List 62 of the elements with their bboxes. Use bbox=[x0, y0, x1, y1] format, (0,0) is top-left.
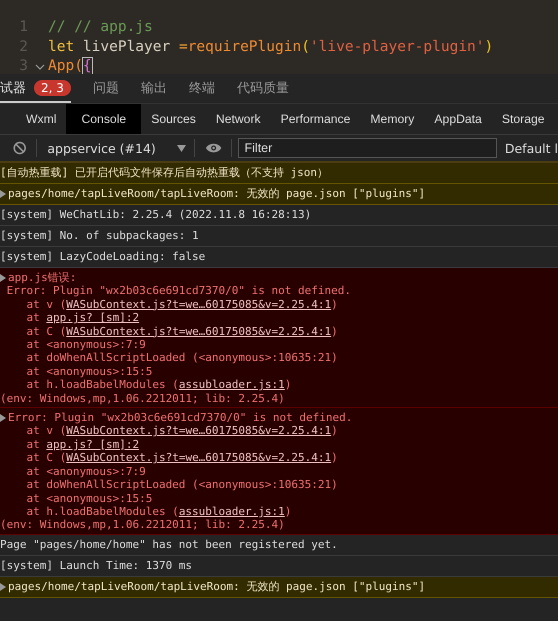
log-text: app.js错误: bbox=[8, 271, 76, 284]
log-text: at C (WASubContext.js?t=we…60175085&v=2.25.4:1) bbox=[25, 324, 338, 338]
log-text: [system] WeChatLib: 2.25.4 (2022.11.8 16:28:13) bbox=[0, 208, 312, 222]
log-text: at <anonymous>:15:5 bbox=[25, 364, 152, 378]
source-link[interactable]: assubloader.js:1 bbox=[178, 378, 285, 392]
log-text: (env: Windows,mp,1.06.2212011; lib: 2.25.4) bbox=[0, 518, 285, 532]
context-select[interactable]: appservice (#14) bbox=[37, 140, 194, 156]
panel-tab[interactable]: 输出 bbox=[140, 74, 167, 103]
devtools-tab[interactable]: Network bbox=[206, 104, 271, 134]
log-text: at <anonymous>:15:5 bbox=[25, 492, 152, 505]
devtools-tab[interactable]: Console bbox=[66, 104, 142, 134]
devtools-tab[interactable]: Wxml bbox=[16, 104, 66, 134]
devtools-tab[interactable]: AppData bbox=[424, 104, 492, 134]
log-text: at app.js? [sm]:2 bbox=[25, 438, 140, 452]
log-text: at doWhenAllScriptLoaded (<anonymous>:10635:21) bbox=[25, 478, 338, 492]
source-link[interactable]: app.js? [sm]:2 bbox=[46, 311, 140, 324]
devtools-tab[interactable]: Memory bbox=[360, 104, 424, 134]
log-text: at v (WASubContext.js?t=we…60175085&v=2.25.4:1) bbox=[25, 298, 338, 312]
devtools-tab[interactable]: Sources bbox=[141, 104, 206, 134]
source-link[interactable]: app.js? [sm]:2 bbox=[46, 438, 140, 451]
clear-console-icon[interactable] bbox=[13, 141, 26, 155]
filter-field[interactable]: Filter bbox=[238, 138, 497, 158]
log-text: (env: Windows,mp,1.06.2212011; lib: 2.25.4) bbox=[0, 392, 285, 406]
expand-caret-icon[interactable] bbox=[0, 582, 6, 591]
panel-tab[interactable]: 终端 bbox=[188, 74, 215, 103]
panel-tab[interactable]: 代码质量 bbox=[236, 74, 289, 103]
log-text: at v (WASubContext.js?t=we…60175085&v=2.25.4:1) bbox=[25, 424, 338, 438]
devtools-tab[interactable]: Performance bbox=[270, 104, 360, 134]
log-text: at C (WASubContext.js?t=we…60175085&v=2.25.4:1) bbox=[25, 451, 338, 465]
panel-tab[interactable]: 问题 bbox=[92, 74, 119, 103]
log-text: [自动热重载] 已开启代码文件保存后自动热重载（不支持 json） bbox=[0, 166, 328, 180]
log-text: [system] LazyCodeLoading: false bbox=[0, 250, 206, 264]
dropdown-caret-icon bbox=[177, 144, 186, 152]
source-link[interactable]: WASubContext.js?t=we…60175085&v=2.25.4:1 bbox=[66, 451, 332, 464]
code-line: App({ bbox=[48, 57, 92, 74]
fold-chevron-icon[interactable] bbox=[35, 64, 45, 70]
expand-caret-icon[interactable] bbox=[0, 414, 6, 422]
log-text: at <anonymous>:7:9 bbox=[25, 464, 146, 478]
log-text: at <anonymous>:7:9 bbox=[25, 338, 146, 352]
log-text: at h.loadBabelModules (assubloader.js:1) bbox=[25, 378, 292, 392]
source-link[interactable]: WASubContext.js?t=we…60175085&v=2.25.4:1 bbox=[66, 324, 332, 338]
log-text: at doWhenAllScriptLoaded (<anonymous>:10635:21) bbox=[25, 351, 338, 365]
log-text: Error: Plugin "wx2b03c6e691cd7370/0" is not defined. bbox=[6, 284, 351, 298]
expand-caret-icon[interactable] bbox=[0, 190, 6, 198]
eye-icon[interactable] bbox=[205, 142, 223, 154]
code-line: let livePlayer =requirePlugin('live-player-plugin') bbox=[48, 38, 494, 57]
error-count-badge: 2, 3 bbox=[34, 80, 71, 96]
log-levels-dropdown[interactable]: Default l bbox=[504, 140, 558, 156]
code-line: // // app.js bbox=[48, 18, 153, 37]
source-link[interactable]: WASubContext.js?t=we…60175085&v=2.25.4:1 bbox=[66, 298, 332, 311]
expand-caret-icon[interactable] bbox=[0, 274, 6, 282]
log-text: pages/home/tapLiveRoom/tapLiveRoom: 无效的 page.json ["plugins"] bbox=[8, 580, 426, 594]
log-text: [system] No. of subpackages: 1 bbox=[0, 229, 199, 243]
source-link[interactable]: WASubContext.js?t=we…60175085&v=2.25.4:1 bbox=[66, 424, 332, 438]
log-text: at app.js? [sm]:2 bbox=[25, 311, 140, 325]
devtools-tab[interactable]: Storage bbox=[492, 104, 555, 134]
log-text: Page "pages/home/home" has not been registered yet. bbox=[0, 538, 338, 552]
log-text: at h.loadBabelModules (assubloader.js:1) bbox=[25, 504, 292, 518]
log-text: Error: Plugin "wx2b03c6e691cd7370/0" is not defined. bbox=[8, 411, 352, 424]
source-link[interactable]: assubloader.js:1 bbox=[178, 504, 285, 518]
log-text: pages/home/tapLiveRoom/tapLiveRoom: 无效的 page.json ["plugins"] bbox=[8, 187, 426, 201]
log-text: [system] Launch Time: 1370 ms bbox=[0, 558, 192, 573]
